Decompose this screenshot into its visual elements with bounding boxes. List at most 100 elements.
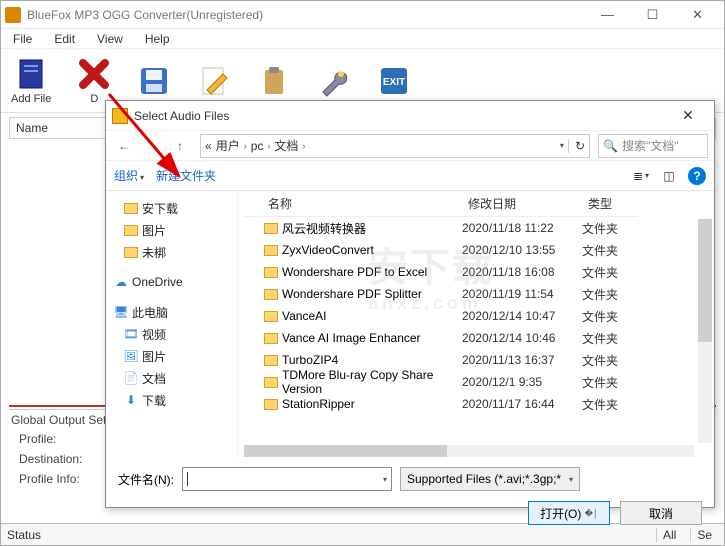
file-row[interactable]: StationRipper2020/11/17 16:44文件夹 <box>238 393 714 415</box>
menu-view[interactable]: View <box>93 30 127 48</box>
dialog-icon <box>112 108 128 124</box>
scrollbar-horizontal[interactable] <box>244 445 694 457</box>
col-date[interactable]: 修改日期 <box>468 195 588 217</box>
close-button[interactable]: ✕ <box>675 1 720 29</box>
folder-tree[interactable]: 安下载 图片 未梆 ☁OneDrive 🖥此电脑 🎞视频 🖼图片 📄文档 ⬇下载 <box>106 191 238 459</box>
tree-item[interactable]: 下载 <box>142 392 166 409</box>
up-button[interactable]: ↑ <box>168 134 192 158</box>
file-name: Wondershare PDF to Excel <box>282 265 427 279</box>
file-name: Wondershare PDF Splitter <box>282 287 422 301</box>
minimize-button[interactable]: — <box>585 1 630 29</box>
file-name: 风云视频转换器 <box>282 220 366 237</box>
tree-item[interactable]: 文档 <box>142 370 166 387</box>
tree-item[interactable]: 视频 <box>142 326 166 343</box>
menubar: File Edit View Help <box>1 29 724 49</box>
exit-button[interactable]: EXIT <box>377 64 411 98</box>
dialog-close-button[interactable]: ✕ <box>668 107 708 124</box>
tree-onedrive[interactable]: OneDrive <box>132 275 183 289</box>
file-type: 文件夹 <box>582 352 632 369</box>
onedrive-icon: ☁ <box>114 275 128 289</box>
delete-icon <box>77 57 111 91</box>
bc-pc[interactable]: pc <box>251 139 264 153</box>
dialog-title: Select Audio Files <box>128 109 668 123</box>
add-file-button[interactable]: Add File <box>11 57 51 105</box>
search-placeholder: 搜索"文档" <box>622 137 679 154</box>
file-name: VanceAI <box>282 309 326 323</box>
tree-item[interactable]: 未梆 <box>142 244 166 261</box>
folder-icon <box>124 203 138 214</box>
menu-help[interactable]: Help <box>141 30 174 48</box>
file-row[interactable]: TDMore Blu-ray Copy Share Version2020/12… <box>238 371 714 393</box>
column-headers: 名称 修改日期 类型 <box>238 191 714 217</box>
scrollbar-vertical[interactable] <box>698 219 712 443</box>
delete-label: D <box>90 93 98 105</box>
file-list: 安下载anxz.com 名称 修改日期 类型 风云视频转换器2020/11/18… <box>238 191 714 459</box>
status-label: Status <box>7 528 41 542</box>
file-type: 文件夹 <box>582 396 632 413</box>
file-type: 文件夹 <box>582 374 632 391</box>
file-row[interactable]: ZyxVideoConvert2020/12/10 13:55文件夹 <box>238 239 714 261</box>
file-type: 文件夹 <box>582 242 632 259</box>
file-date: 2020/11/13 16:37 <box>462 353 582 367</box>
col-type[interactable]: 类型 <box>588 195 638 217</box>
preview-pane-button[interactable]: ◫ <box>660 167 678 185</box>
folder-icon <box>124 247 138 258</box>
organize-button[interactable]: 组织▾ <box>114 167 144 184</box>
cancel-button[interactable]: 取消 <box>620 501 702 525</box>
tree-item[interactable]: 图片 <box>142 348 166 365</box>
bc-overflow[interactable]: « <box>205 139 212 153</box>
wrench-icon <box>317 64 351 98</box>
edit-button[interactable] <box>197 64 231 98</box>
dialog-titlebar: Select Audio Files ✕ <box>106 101 714 131</box>
pictures-icon: 🖼 <box>124 349 138 363</box>
menu-edit[interactable]: Edit <box>50 30 79 48</box>
bc-docs[interactable]: 文档 <box>274 137 298 154</box>
help-button[interactable]: ? <box>688 167 706 185</box>
file-name: TDMore Blu-ray Copy Share Version <box>282 368 462 396</box>
folder-icon <box>264 311 278 322</box>
back-button[interactable]: ← <box>112 134 136 158</box>
thispc-icon: 🖥 <box>114 305 128 319</box>
pencil-icon <box>197 64 231 98</box>
folder-icon <box>264 355 278 366</box>
forward-button[interactable]: → <box>140 134 164 158</box>
search-input[interactable]: 🔍 搜索"文档" <box>598 134 708 158</box>
filename-input[interactable]: ▾ <box>182 467 392 491</box>
folder-icon <box>124 225 138 236</box>
file-date: 2020/12/14 10:47 <box>462 309 582 323</box>
file-row[interactable]: Wondershare PDF to Excel 2020/11/18 16:08… <box>238 261 714 283</box>
refresh-button[interactable]: ↻ <box>568 139 585 153</box>
file-row[interactable]: 风云视频转换器2020/11/18 11:22文件夹 <box>238 217 714 239</box>
new-folder-button[interactable]: 新建文件夹 <box>156 167 216 184</box>
file-type: 文件夹 <box>582 330 632 347</box>
view-mode-button[interactable]: ≣ ▾ <box>632 167 650 185</box>
bc-users[interactable]: 用户 <box>216 137 240 154</box>
tree-thispc[interactable]: 此电脑 <box>132 304 168 321</box>
menu-file[interactable]: File <box>9 30 36 48</box>
tree-item[interactable]: 安下载 <box>142 200 178 217</box>
save-button[interactable] <box>137 64 171 98</box>
app-title: BlueFox MP3 OGG Converter(Unregistered) <box>21 8 585 22</box>
file-row[interactable]: Wondershare PDF Splitter2020/11/19 11:54… <box>238 283 714 305</box>
select-audio-files-dialog: Select Audio Files ✕ ← → ↑ « 用户› pc› 文档›… <box>105 100 715 508</box>
filename-label: 文件名(N): <box>118 471 174 488</box>
folder-icon <box>264 245 278 256</box>
svg-text:EXIT: EXIT <box>383 77 405 88</box>
file-date: 2020/11/18 16:08 <box>462 265 582 279</box>
tree-item[interactable]: 图片 <box>142 222 166 239</box>
file-type: 文件夹 <box>582 308 632 325</box>
file-row[interactable]: VanceAI 2020/12/14 10:47文件夹 <box>238 305 714 327</box>
breadcrumb-dropdown[interactable]: ▾ <box>560 141 564 150</box>
file-date: 2020/11/18 11:22 <box>462 221 582 235</box>
maximize-button[interactable]: ☐ <box>630 1 675 29</box>
open-button[interactable]: 打开(O) �│ <box>528 501 610 525</box>
file-row[interactable]: Vance AI Image Enhancer2020/12/14 10:46文… <box>238 327 714 349</box>
settings-button[interactable] <box>317 64 351 98</box>
breadcrumb[interactable]: « 用户› pc› 文档› ▾ ↻ <box>200 134 590 158</box>
clipboard-button[interactable] <box>257 64 291 98</box>
file-name: StationRipper <box>282 397 355 411</box>
add-file-icon <box>14 57 48 91</box>
col-name[interactable]: 名称 <box>244 195 468 217</box>
filetype-select[interactable]: Supported Files (*.avi;*.3gp;*▾ <box>400 467 580 491</box>
delete-button[interactable]: D <box>77 57 111 105</box>
